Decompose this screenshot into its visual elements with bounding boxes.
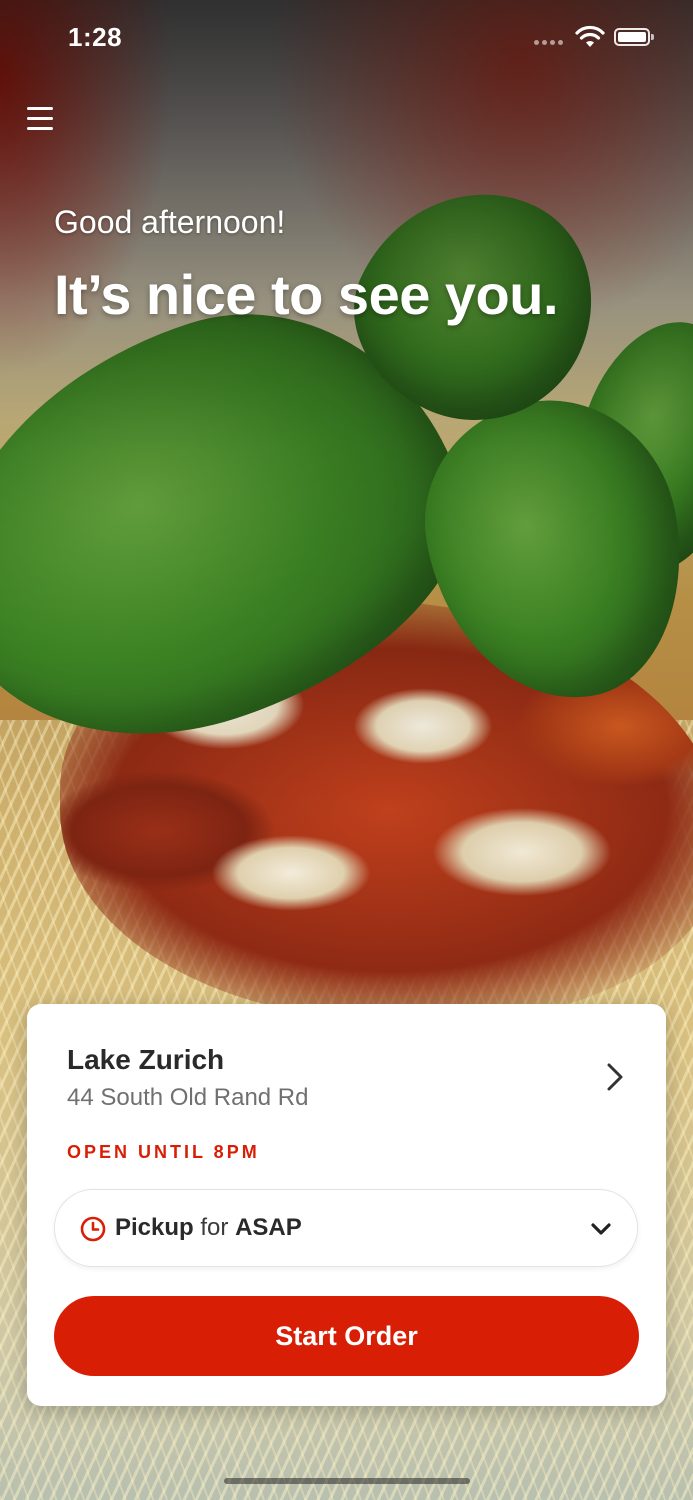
store-open-status: OPEN UNTIL 8PM (67, 1142, 260, 1162)
status-bar: 1:28 (0, 0, 693, 80)
order-time-label: ASAP (235, 1214, 302, 1241)
cellular-signal-icon (534, 40, 563, 45)
hamburger-menu-icon[interactable] (20, 100, 60, 140)
home-indicator (224, 1478, 470, 1484)
clock-icon (80, 1216, 106, 1242)
pickup-time-dropdown[interactable]: Pickup for ASAP (54, 1189, 638, 1267)
store-address: 44 South Old Rand Rd (67, 1084, 309, 1111)
order-mode-connector: for (200, 1214, 229, 1241)
store-location-row[interactable]: Lake Zurich 44 South Old Rand Rd (27, 1004, 666, 1134)
order-card: Lake Zurich 44 South Old Rand Rd OPEN UN… (27, 1004, 666, 1406)
store-name: Lake Zurich (67, 1044, 225, 1075)
greeting-headline: It’s nice to see you. (54, 263, 559, 326)
chevron-down-icon (591, 1223, 611, 1235)
start-order-button[interactable]: Start Order (54, 1296, 639, 1376)
order-mode-label: Pickup (115, 1214, 194, 1241)
wifi-icon (575, 25, 605, 47)
status-time: 1:28 (68, 22, 123, 52)
greeting-subtitle: Good afternoon! (54, 204, 286, 240)
chevron-right-icon (607, 1063, 623, 1091)
pickup-summary: Pickup for ASAP (115, 1214, 302, 1242)
battery-icon (614, 28, 654, 46)
